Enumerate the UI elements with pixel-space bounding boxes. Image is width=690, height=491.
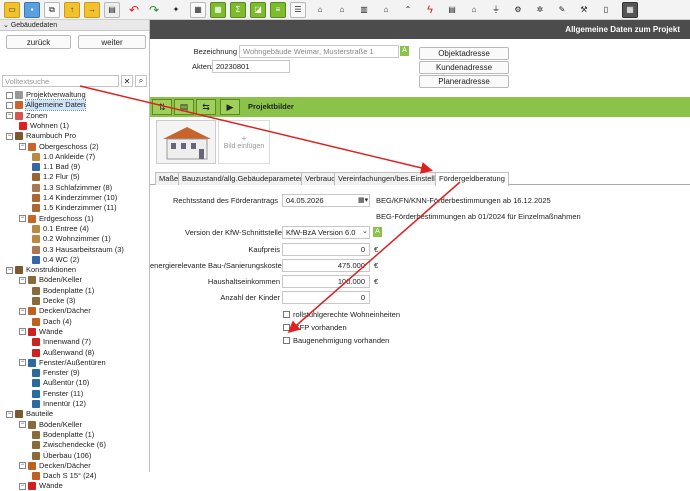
arrow-to-checkbox [287, 181, 461, 333]
tree-item-label: Wände [39, 481, 63, 491]
tree-node-icon [28, 482, 36, 491]
tree-item-label: Dach S 15° (24) [43, 471, 97, 481]
tree-item[interactable]: − Wände [19, 481, 63, 491]
expand-toggle-icon[interactable]: − [19, 482, 26, 490]
tree-node-icon [32, 472, 40, 481]
annotation-arrows [79, 85, 461, 333]
tree-item[interactable]: Dach S 15° (24) [32, 471, 96, 481]
arrow-to-tab [79, 85, 433, 174]
